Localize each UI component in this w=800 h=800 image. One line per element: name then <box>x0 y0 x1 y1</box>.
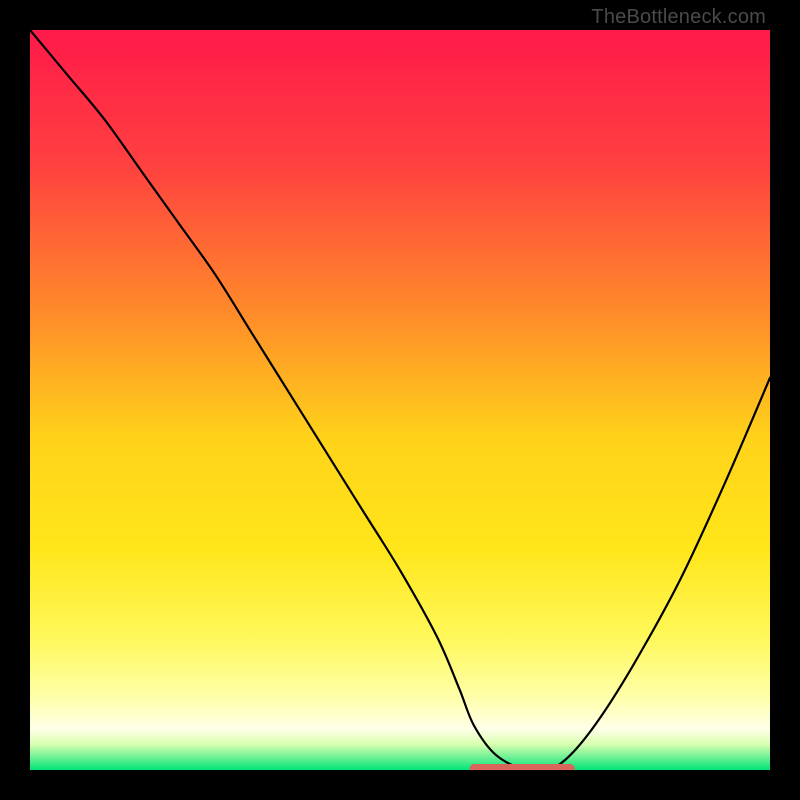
chart-frame: TheBottleneck.com <box>0 0 800 800</box>
bottleneck-curve-layer <box>30 30 770 770</box>
watermark-text: TheBottleneck.com <box>591 6 766 29</box>
plot-area <box>30 30 770 770</box>
bottleneck-curve <box>30 30 770 770</box>
